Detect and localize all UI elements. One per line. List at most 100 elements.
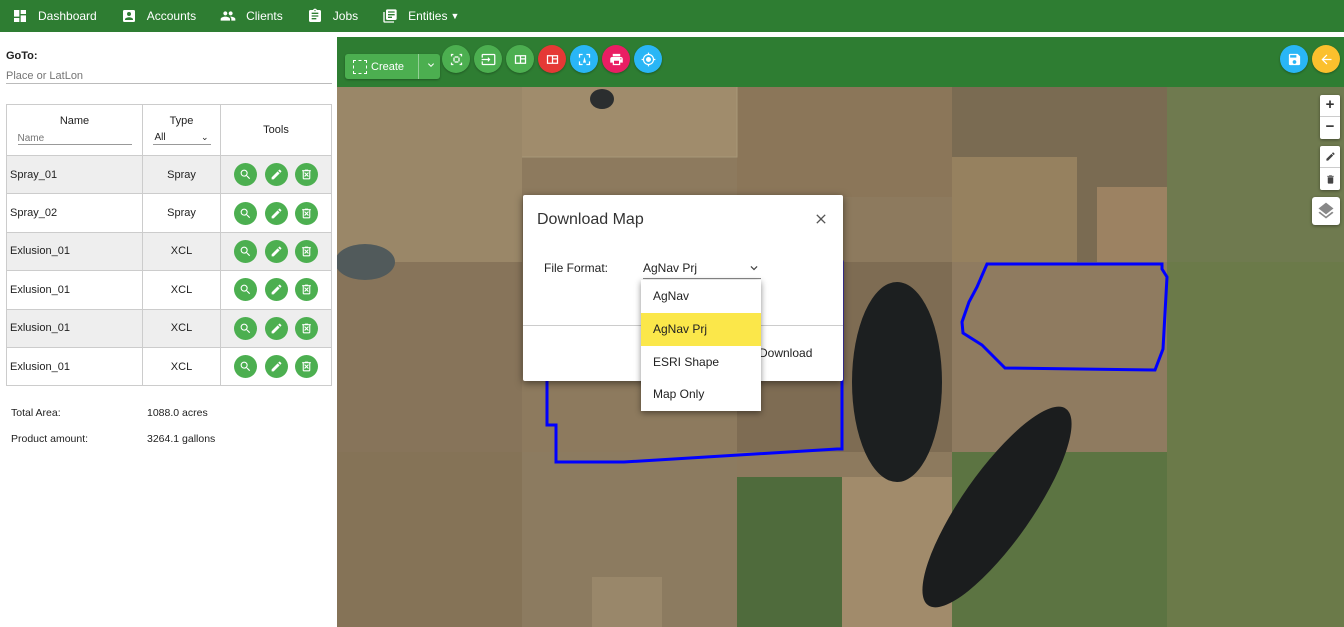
- split-view-red-button[interactable]: [538, 45, 566, 73]
- nav-jobs[interactable]: Jobs: [307, 8, 358, 24]
- total-area-label: Total Area:: [11, 407, 61, 419]
- pencil-icon: [271, 361, 281, 372]
- close-button[interactable]: [813, 211, 829, 227]
- select-area-button[interactable]: [442, 45, 470, 73]
- name-column-header: Name: [6, 104, 143, 156]
- file-format-label: File Format:: [544, 261, 609, 275]
- search-icon: [241, 361, 251, 372]
- row-name: Exlusion_01: [6, 231, 143, 272]
- row-tools: [220, 270, 332, 310]
- clipboard-icon: [307, 8, 323, 24]
- trash-icon: [1326, 174, 1334, 184]
- edit-button[interactable]: [264, 316, 288, 340]
- target-icon: [641, 52, 655, 66]
- text-box-icon: [578, 53, 590, 65]
- option-agnav-prj[interactable]: AgNav Prj: [641, 312, 761, 346]
- edit-layers-button[interactable]: [1320, 146, 1340, 168]
- delete-button[interactable]: [294, 355, 318, 379]
- zoom-to-button[interactable]: [234, 239, 258, 263]
- table-row[interactable]: Exlusion_01 XCL: [6, 270, 332, 310]
- zoom-in-button[interactable]: +: [1320, 95, 1340, 117]
- search-icon: [241, 323, 251, 333]
- row-name: Spray_01: [6, 154, 143, 195]
- table-row[interactable]: Exlusion_01 XCL: [6, 346, 332, 387]
- locate-button[interactable]: [634, 45, 662, 73]
- goto-input[interactable]: [6, 68, 332, 84]
- row-name: Spray_02: [6, 193, 143, 233]
- chevron-down-icon: [750, 266, 758, 271]
- edit-button[interactable]: [264, 355, 288, 379]
- table-row[interactable]: Exlusion_01 XCL: [6, 231, 332, 272]
- tools-header-label: Tools: [263, 124, 289, 136]
- close-icon: [816, 214, 826, 224]
- edit-button[interactable]: [264, 201, 288, 225]
- delete-button[interactable]: [294, 316, 318, 340]
- name-filter-input[interactable]: [17, 133, 132, 145]
- edit-icon: [1325, 152, 1335, 161]
- trash-icon: [301, 361, 311, 372]
- zoom-to-button[interactable]: [234, 355, 258, 379]
- chevron-down-icon[interactable]: [425, 59, 437, 74]
- delete-layers-button[interactable]: [1320, 168, 1340, 190]
- zoom-out-button[interactable]: −: [1320, 117, 1340, 139]
- option-esri-shape[interactable]: ESRI Shape: [641, 346, 761, 379]
- row-tools: [220, 154, 332, 195]
- zoom-to-button[interactable]: [234, 316, 258, 340]
- save-button[interactable]: [1280, 45, 1308, 73]
- nav-jobs-label: Jobs: [332, 9, 359, 23]
- nav-clients[interactable]: Clients: [220, 8, 283, 24]
- delete-button[interactable]: [294, 278, 318, 302]
- pencil-icon: [271, 246, 281, 257]
- create-label: Create: [371, 60, 405, 73]
- type-filter-value: All: [154, 132, 166, 143]
- zoom-to-button[interactable]: [234, 163, 258, 187]
- select-area-icon: [450, 53, 462, 65]
- edit-button[interactable]: [264, 163, 288, 187]
- nav-entities[interactable]: Entities ▼: [382, 8, 459, 24]
- row-tools: [220, 308, 332, 348]
- delete-button[interactable]: [294, 239, 318, 263]
- edit-button[interactable]: [264, 278, 288, 302]
- row-name: Exlusion_01: [6, 308, 143, 348]
- split-view-button[interactable]: [506, 45, 534, 73]
- search-icon: [241, 284, 251, 295]
- pencil-icon: [271, 323, 281, 334]
- nav-dashboard[interactable]: Dashboard: [12, 8, 97, 24]
- option-agnav[interactable]: AgNav: [641, 280, 761, 313]
- pencil-icon: [271, 208, 281, 218]
- edit-button[interactable]: [264, 239, 288, 263]
- create-button[interactable]: Create: [345, 54, 440, 79]
- layers-button[interactable]: [1312, 197, 1340, 225]
- layers-icon: [1318, 202, 1334, 219]
- nav-entities-label: Entities: [408, 9, 448, 23]
- total-area-row: Total Area: 1088.0 acres: [11, 407, 208, 419]
- type-filter-select[interactable]: All ⌄: [152, 132, 211, 145]
- row-type: XCL: [142, 346, 221, 387]
- zoom-to-button[interactable]: [234, 278, 258, 302]
- table-row[interactable]: Exlusion_01 XCL: [6, 308, 332, 348]
- print-button[interactable]: [602, 45, 630, 73]
- back-button[interactable]: [1312, 45, 1340, 73]
- row-tools: [220, 346, 332, 387]
- table-row[interactable]: Spray_02 Spray: [6, 193, 332, 233]
- search-icon: [241, 208, 251, 218]
- nav-clients-label: Clients: [246, 9, 283, 23]
- row-type: XCL: [142, 270, 221, 310]
- nav-accounts[interactable]: Accounts: [121, 8, 196, 24]
- text-box-button[interactable]: [570, 45, 598, 73]
- zoom-to-button[interactable]: [234, 201, 258, 225]
- download-button[interactable]: Download: [759, 346, 812, 360]
- option-map-only[interactable]: Map Only: [641, 378, 761, 411]
- product-amount-value: 3264.1 gallons: [147, 433, 216, 445]
- split-view-red-icon: [546, 54, 558, 64]
- row-name: Exlusion_01: [6, 270, 143, 310]
- import-button[interactable]: [474, 45, 502, 73]
- delete-button[interactable]: [294, 163, 318, 187]
- file-format-select[interactable]: AgNav Prj: [643, 261, 761, 279]
- table-row[interactable]: Spray_01 Spray: [6, 154, 332, 195]
- tools-column-header: Tools: [220, 104, 332, 156]
- product-amount-row: Product amount: 3264.1 gallons: [11, 433, 215, 445]
- save-icon: [1288, 53, 1300, 65]
- delete-button[interactable]: [294, 201, 318, 225]
- total-area-value: 1088.0 acres: [147, 407, 208, 419]
